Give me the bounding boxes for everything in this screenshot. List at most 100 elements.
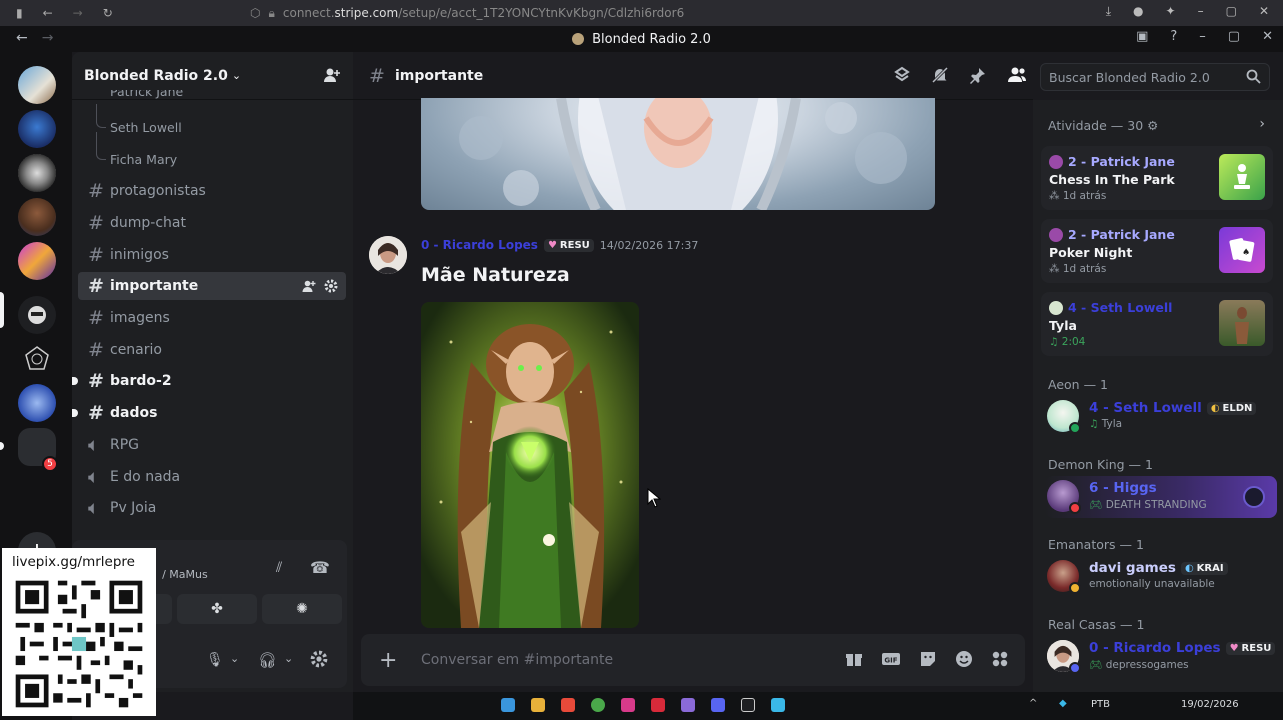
- close-icon[interactable]: ✕: [1259, 4, 1269, 19]
- search-input[interactable]: Buscar Blonded Radio 2.0: [1040, 63, 1270, 91]
- composer-input[interactable]: Conversar em #importante: [421, 652, 613, 668]
- window-maximize-icon[interactable]: ▢: [1228, 29, 1240, 44]
- chrome-icon[interactable]: [591, 698, 605, 712]
- thread-item[interactable]: Seth Lowell: [110, 120, 182, 135]
- gif-icon[interactable]: GIF: [881, 650, 901, 668]
- voice-channel-e-do-nada[interactable]: 🔈︎ E do nada: [78, 463, 346, 491]
- sidebar-toggle-icon[interactable]: ▮: [16, 6, 23, 20]
- invite-people-icon[interactable]: [323, 66, 341, 84]
- server-icon-8[interactable]: [18, 384, 56, 422]
- upload-plus-icon[interactable]: +: [379, 648, 421, 673]
- input-language[interactable]: PTB: [1091, 699, 1110, 710]
- reload-icon[interactable]: ↻: [103, 6, 113, 20]
- member-item[interactable]: 4 - Seth Lowell ◐ ELDN ♫ Tyla: [1045, 396, 1277, 438]
- member-item[interactable]: 6 - Higgs 🎮︎ DEATH STRANDING: [1045, 476, 1277, 518]
- activity-card[interactable]: 2 - Patrick Jane Chess In The Park ⁂ 1d …: [1041, 146, 1273, 210]
- channel-protagonistas[interactable]: # protagonistas: [78, 177, 346, 205]
- app-icon[interactable]: [561, 698, 575, 712]
- app-icon[interactable]: [651, 698, 665, 712]
- inbox-icon[interactable]: ▣: [1136, 29, 1148, 44]
- system-date[interactable]: 19/02/2026: [1181, 699, 1239, 710]
- notification-muted-icon[interactable]: [931, 66, 949, 84]
- instagram-icon[interactable]: [621, 698, 635, 712]
- download-icon[interactable]: ⤓: [1106, 4, 1111, 19]
- forward-arrow-icon[interactable]: →: [42, 30, 54, 46]
- emoji-icon[interactable]: [955, 650, 973, 668]
- server-icon-6[interactable]: [18, 296, 56, 334]
- chevron-right-icon[interactable]: ›: [1259, 116, 1265, 132]
- thread-item[interactable]: Ficha Mary: [110, 152, 177, 167]
- minimize-icon[interactable]: –: [1198, 4, 1204, 19]
- moon-icon: ◐: [1184, 562, 1194, 574]
- extensions-icon[interactable]: ✦: [1166, 4, 1176, 19]
- file-explorer-icon[interactable]: [531, 698, 545, 712]
- message-author[interactable]: 0 - Ricardo Lopes: [421, 238, 538, 252]
- back-icon[interactable]: ←: [43, 6, 53, 20]
- system-tray-icon[interactable]: ^: [1029, 698, 1039, 712]
- hash-icon: #: [88, 275, 104, 297]
- thread-item[interactable]: Patrick Jane: [110, 90, 183, 100]
- server-icon-5[interactable]: [18, 242, 56, 280]
- back-arrow-icon[interactable]: ←: [16, 30, 28, 46]
- threads-icon[interactable]: [893, 66, 911, 84]
- sticker-icon[interactable]: [919, 650, 937, 668]
- member-list-icon[interactable]: [1007, 66, 1027, 84]
- address-bar[interactable]: ⬡ 🔒︎ connect.stripe.com/setup/e/acct_1T2…: [250, 4, 770, 22]
- window-close-icon[interactable]: ✕: [1262, 29, 1273, 44]
- create-invite-icon[interactable]: [302, 279, 316, 293]
- channel-inimigos[interactable]: # inimigos: [78, 241, 346, 269]
- app-icon[interactable]: [741, 698, 755, 712]
- server-icon-4[interactable]: [18, 198, 56, 236]
- channel-dump-chat[interactable]: # dump-chat: [78, 209, 346, 237]
- activity-card[interactable]: 4 - Seth Lowell Tyla ♫ 2:04: [1041, 292, 1273, 356]
- channel-dados[interactable]: # dados: [72, 399, 346, 427]
- discord-icon[interactable]: [711, 698, 725, 712]
- windows-start-icon[interactable]: [501, 698, 515, 712]
- noise-suppression-icon[interactable]: ⫽: [276, 560, 282, 576]
- server-icon-3[interactable]: [18, 154, 56, 192]
- member-name: 0 - Ricardo Lopes: [1089, 640, 1221, 656]
- headphones-icon[interactable]: 🎧︎: [258, 651, 277, 669]
- server-icon-1[interactable]: [18, 66, 56, 104]
- mic-icon[interactable]: 🎙︎: [206, 652, 224, 668]
- active-server-pill: [0, 292, 4, 328]
- message-composer[interactable]: + Conversar em #importante GIF: [361, 634, 1025, 686]
- avatar[interactable]: [369, 236, 407, 274]
- app-icon[interactable]: [771, 698, 785, 712]
- help-icon[interactable]: ?: [1170, 29, 1177, 44]
- channel-imagens[interactable]: # imagens: [78, 304, 346, 332]
- channel-bardo-2[interactable]: # bardo-2: [72, 367, 346, 395]
- server-icon-2[interactable]: [18, 110, 56, 148]
- activity-card[interactable]: 2 - Patrick Jane Poker Night ⁂ 1d atrás …: [1041, 219, 1273, 283]
- member-item[interactable]: 0 - Ricardo Lopes ♥ RESU 🎮︎ depressogames: [1045, 636, 1277, 678]
- channel-cenario[interactable]: # cenario: [78, 336, 346, 364]
- chat-app-icon[interactable]: [681, 698, 695, 712]
- activities-button[interactable]: ✤: [177, 594, 257, 624]
- window-minimize-icon[interactable]: –: [1199, 29, 1206, 44]
- disconnect-icon[interactable]: ☎︎: [310, 558, 330, 577]
- maximize-icon[interactable]: ▢: [1226, 4, 1237, 19]
- network-icon[interactable]: ◆: [1059, 698, 1069, 712]
- channel-label: inimigos: [110, 247, 169, 263]
- apps-icon[interactable]: [991, 650, 1009, 668]
- account-icon[interactable]: ●: [1133, 4, 1143, 19]
- gear-icon[interactable]: ⚙︎: [1147, 118, 1158, 133]
- voice-channel-pv-joia[interactable]: 🔈︎ Pv Joia: [78, 494, 346, 522]
- mic-options-chevron-icon[interactable]: ⌄: [230, 652, 239, 665]
- unread-indicator: [72, 409, 78, 417]
- member-item[interactable]: davi games ◐ KRAI emotionally unavailable: [1045, 556, 1277, 598]
- message-image-previous[interactable]: [421, 98, 935, 210]
- server-icon-7[interactable]: [18, 340, 56, 378]
- voice-channel-rpg[interactable]: 🔈︎ RPG: [78, 431, 346, 459]
- gift-icon[interactable]: [845, 650, 863, 668]
- channel-importante[interactable]: # importante: [78, 272, 346, 300]
- headphones-options-chevron-icon[interactable]: ⌄: [284, 652, 293, 665]
- game-art-icon: [1243, 486, 1265, 508]
- forward-icon[interactable]: →: [73, 6, 83, 20]
- message-text: Mãe Natureza: [421, 264, 570, 286]
- soundboard-button[interactable]: ✺: [262, 594, 342, 624]
- pin-icon[interactable]: [969, 66, 987, 84]
- message-image-attachment[interactable]: [421, 302, 639, 628]
- user-settings-gear-icon[interactable]: [310, 650, 328, 668]
- gear-icon[interactable]: [324, 279, 338, 293]
